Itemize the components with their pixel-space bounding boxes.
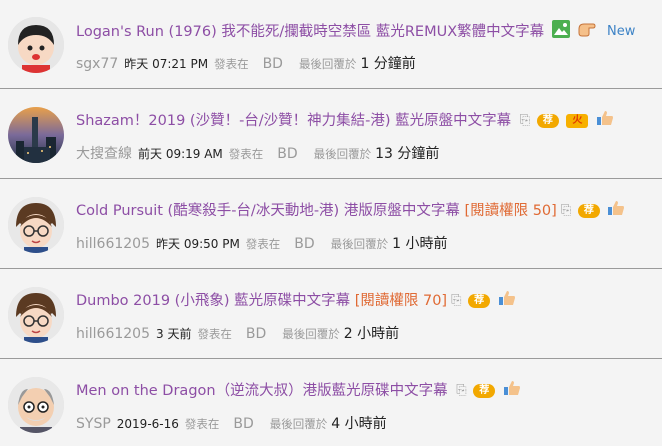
last-reply-time[interactable]: 13 分鐘前 [375, 146, 439, 162]
post-date: 前天 09:19 AM [138, 147, 223, 161]
author-link[interactable]: sgx77 [76, 56, 118, 72]
posted-in-label: 發表在 [214, 57, 249, 71]
thread-title-link[interactable]: Logan's Run (1976) 我不能死/攔截時空禁區 藍光REMUX繁體… [76, 24, 544, 40]
author-link[interactable]: SYSP [76, 416, 111, 432]
thread-title-link[interactable]: Men on the Dragon（逆流大叔）港版藍光原碟中文字幕 [76, 383, 448, 399]
board-link[interactable]: BD [263, 56, 283, 72]
attachment-icon: ⎘ [519, 113, 531, 128]
thumbs-up-icon [607, 200, 625, 222]
last-reply-label: 最後回覆於 [269, 417, 328, 431]
last-reply-time[interactable]: 1 小時前 [392, 236, 447, 252]
thread-list: Logan's Run (1976) 我不能死/攔截時空禁區 藍光REMUX繁體… [0, 0, 662, 446]
thread-row: Logan's Run (1976) 我不能死/攔截時空禁區 藍光REMUX繁體… [0, 0, 662, 89]
avatar[interactable] [8, 197, 64, 253]
posted-in-label: 發表在 [197, 327, 232, 341]
post-date: 3 天前 [156, 327, 192, 341]
board-link[interactable]: BD [233, 416, 253, 432]
thumbs-up-icon [498, 290, 516, 312]
avatar[interactable] [8, 287, 64, 343]
thread-row: Dumbo 2019 (小飛象) 藍光原碟中文字幕 [閱讀權限 70] ⎘ 荐 h… [0, 270, 662, 359]
thread-title-link[interactable]: Cold Pursuit (酷寒殺手-台/冰天動地-港) 港版原盤中文字幕 [76, 203, 460, 219]
attachment-icon: ⎘ [456, 383, 467, 398]
read-permission-label: [閱讀權限 70] [354, 293, 448, 309]
post-date: 昨天 07:21 PM [124, 57, 209, 71]
thread-row: Cold Pursuit (酷寒殺手-台/冰天動地-港) 港版原盤中文字幕 [閱… [0, 180, 662, 269]
author-link[interactable]: hill661205 [76, 326, 150, 342]
thumbs-up-icon [596, 110, 614, 132]
attachment-icon: ⎘ [560, 203, 572, 218]
thumbs-up-icon [503, 380, 521, 402]
new-label: New [606, 24, 636, 39]
author-link[interactable]: hill661205 [76, 236, 150, 252]
posted-in-label: 發表在 [228, 147, 264, 161]
hot-badge-icon: 火 [566, 114, 589, 128]
recommend-badge-icon: 荐 [577, 204, 600, 218]
avatar[interactable] [8, 107, 64, 163]
post-date: 2019-6-16 [116, 417, 179, 431]
last-reply-label: 最後回覆於 [330, 237, 389, 251]
last-reply-label: 最後回覆於 [313, 147, 372, 161]
recommend-badge-icon: 荐 [468, 294, 491, 308]
board-link[interactable]: BD [246, 326, 266, 342]
avatar[interactable] [8, 377, 64, 433]
board-link[interactable]: BD [277, 146, 297, 162]
last-reply-label: 最後回覆於 [298, 57, 357, 71]
post-date: 昨天 09:50 PM [156, 237, 240, 251]
thread-row: Men on the Dragon（逆流大叔）港版藍光原碟中文字幕 ⎘ 荐 SY… [0, 360, 662, 446]
posted-in-label: 發表在 [245, 237, 281, 251]
thread-title-link[interactable]: Dumbo 2019 (小飛象) 藍光原碟中文字幕 [76, 293, 350, 309]
image-icon [551, 20, 570, 44]
last-reply-time[interactable]: 4 小時前 [331, 416, 386, 432]
hand-icon [577, 21, 597, 43]
posted-in-label: 發表在 [184, 417, 220, 431]
board-link[interactable]: BD [294, 236, 314, 252]
thread-row: Shazam！2019 (沙贊！-台/沙贊！神力集結-港) 藍光原盤中文字幕 ⎘… [0, 90, 662, 179]
thread-title-link[interactable]: Shazam！2019 (沙贊！-台/沙贊！神力集結-港) 藍光原盤中文字幕 [76, 113, 511, 129]
recommend-badge-icon: 荐 [473, 384, 496, 398]
last-reply-time[interactable]: 1 分鐘前 [360, 56, 415, 72]
author-link[interactable]: 大搜查線 [76, 146, 132, 162]
attachment-icon: ⎘ [451, 293, 462, 308]
avatar[interactable] [8, 17, 64, 73]
last-reply-time[interactable]: 2 小時前 [344, 326, 399, 342]
last-reply-label: 最後回覆於 [282, 327, 340, 341]
read-permission-label: [閱讀權限 50] [464, 203, 557, 219]
recommend-badge-icon: 荐 [536, 114, 559, 128]
